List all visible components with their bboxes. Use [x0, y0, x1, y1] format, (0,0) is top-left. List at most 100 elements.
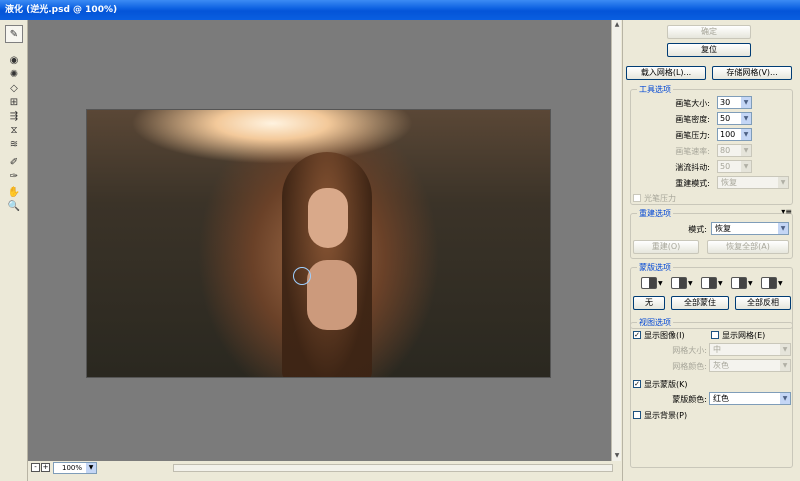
- bloat-tool-icon[interactable]: ⊞: [5, 96, 23, 109]
- brush-density-label: 画笔密度:: [675, 115, 710, 124]
- reconstruct-button[interactable]: 重建(O): [633, 240, 699, 254]
- show-mesh-checkbox[interactable]: [711, 331, 719, 339]
- push-left-tool-icon[interactable]: ⇶: [5, 110, 23, 123]
- mode-label: 模式:: [688, 225, 707, 234]
- brush-pressure-input[interactable]: 100 ▼: [717, 128, 752, 141]
- chevron-down-icon[interactable]: ▼: [780, 360, 790, 371]
- brush-density-input[interactable]: 50 ▼: [717, 112, 752, 125]
- turbulence-tool-icon[interactable]: ≋: [5, 138, 23, 151]
- options-panel: 确定 复位 载入网格(L)... 存储网格(V)... 工具选项 画笔大小: 3…: [622, 20, 800, 481]
- show-image-checkbox[interactable]: ✓: [633, 331, 641, 339]
- pucker-tool-icon[interactable]: ◇: [5, 82, 23, 95]
- mask-mode-row: ▼ ▼ ▼ ▼ ▼: [631, 277, 794, 291]
- invert-all-button[interactable]: 全部反相: [735, 296, 791, 310]
- mesh-color-select[interactable]: 灰色 ▼: [709, 359, 791, 372]
- panel-menu-icon[interactable]: ▾≡: [781, 207, 792, 216]
- zoom-out-button[interactable]: -: [31, 463, 40, 472]
- save-mesh-button[interactable]: 存储网格(V)...: [712, 66, 792, 80]
- brush-density-value: 50: [720, 114, 731, 123]
- turbulent-jitter-input[interactable]: 50 ▼: [717, 160, 752, 173]
- zoom-value: 100%: [62, 464, 83, 472]
- window-title-bar: 液化 (逆光.psd @ 100%): [0, 0, 800, 20]
- mask-color-select[interactable]: 红色 ▼: [709, 392, 791, 405]
- load-mesh-button[interactable]: 载入网格(L)...: [626, 66, 706, 80]
- freeze-mask-tool-icon[interactable]: ✐: [5, 156, 23, 169]
- view-options-group: 视图选项 ✓ 显示图像(I) 显示网格(E) 网格大小: 中 ▼ 网格颜色: 灰色…: [630, 317, 793, 468]
- hand-tool-icon[interactable]: ✋: [5, 186, 23, 199]
- scroll-up-icon[interactable]: ▲: [612, 20, 622, 30]
- reconstruct-mode-select[interactable]: 恢复 ▼: [717, 176, 789, 189]
- mode-value: 恢复: [715, 224, 731, 233]
- vertical-scrollbar[interactable]: ▲ ▼: [611, 20, 621, 461]
- ok-button[interactable]: 确定: [667, 25, 751, 39]
- brush-size-input[interactable]: 30 ▼: [717, 96, 752, 109]
- reconstruct-mode-label: 重建模式:: [675, 179, 710, 188]
- mode-select[interactable]: 恢复 ▼: [711, 222, 789, 235]
- zoom-in-button[interactable]: +: [41, 463, 50, 472]
- horizontal-scrollbar[interactable]: [173, 464, 613, 472]
- brush-size-value: 30: [720, 98, 731, 107]
- status-bar: - + 100% ▼: [28, 461, 621, 481]
- subtract-from-selection-icon[interactable]: ▼: [701, 277, 725, 289]
- chevron-down-icon[interactable]: ▼: [741, 129, 751, 140]
- mesh-size-value: 中: [713, 345, 721, 354]
- show-backdrop-checkbox[interactable]: [633, 411, 641, 419]
- chevron-down-icon[interactable]: ▼: [741, 113, 751, 124]
- chevron-down-icon[interactable]: ▼: [741, 97, 751, 108]
- turbulent-jitter-value: 50: [720, 162, 731, 171]
- thaw-mask-tool-icon[interactable]: ✑: [5, 170, 23, 183]
- replace-selection-icon[interactable]: ▼: [641, 277, 665, 289]
- mask-color-value: 红色: [713, 394, 729, 403]
- scroll-down-icon[interactable]: ▼: [612, 451, 622, 461]
- show-image-label: 显示图像(I): [644, 331, 685, 340]
- stylus-pressure-label: 光笔压力: [644, 194, 676, 203]
- chevron-down-icon[interactable]: ▼: [780, 344, 790, 355]
- brush-pressure-label: 画笔压力:: [675, 131, 710, 140]
- turbulent-jitter-label: 湍流抖动:: [675, 163, 710, 172]
- invert-selection-icon[interactable]: ▼: [761, 277, 785, 289]
- mesh-color-label: 网格颜色:: [672, 362, 707, 371]
- zoom-select[interactable]: 100% ▼: [53, 462, 97, 474]
- window-title: 液化 (逆光.psd @ 100%): [5, 5, 118, 15]
- mesh-color-value: 灰色: [713, 361, 729, 370]
- preview-image[interactable]: [86, 109, 551, 378]
- mirror-tool-icon[interactable]: ⧖: [5, 124, 23, 137]
- mesh-size-select[interactable]: 中 ▼: [709, 343, 791, 356]
- mask-options-title: 蒙版选项: [637, 262, 673, 273]
- none-button[interactable]: 无: [633, 296, 665, 310]
- reconstruct-options-title: 重建选项: [637, 208, 673, 219]
- reconstruct-mode-value: 恢复: [721, 178, 737, 187]
- chevron-down-icon[interactable]: ▼: [778, 177, 788, 188]
- chevron-down-icon[interactable]: ▼: [741, 145, 751, 156]
- preview-canvas[interactable]: [28, 20, 611, 461]
- mesh-size-label: 网格大小:: [672, 346, 707, 355]
- brush-rate-label: 画笔速率:: [675, 147, 710, 156]
- chevron-down-icon[interactable]: ▼: [780, 393, 790, 404]
- twirl-tool-icon[interactable]: ✺: [5, 68, 23, 81]
- reconstruct-tool-icon[interactable]: ◉: [5, 54, 23, 67]
- zoom-tool-icon[interactable]: 🔍: [5, 200, 23, 213]
- intersect-selection-icon[interactable]: ▼: [731, 277, 755, 289]
- tool-options-title: 工具选项: [637, 84, 673, 95]
- chevron-down-icon[interactable]: ▼: [778, 223, 788, 234]
- chevron-down-icon: ▼: [86, 463, 96, 473]
- reset-button[interactable]: 复位: [667, 43, 751, 57]
- brush-cursor: [293, 267, 311, 285]
- reconstruct-options-group: 重建选项 ▾≡ 模式: 恢复 ▼ 重建(O) 恢复全部(A): [630, 207, 793, 259]
- chevron-down-icon[interactable]: ▼: [741, 161, 751, 172]
- forward-warp-tool-icon[interactable]: ✎: [5, 25, 23, 43]
- brush-rate-input[interactable]: 80 ▼: [717, 144, 752, 157]
- image-subject-face: [308, 188, 348, 248]
- restore-all-button[interactable]: 恢复全部(A): [707, 240, 789, 254]
- brush-size-label: 画笔大小:: [675, 99, 710, 108]
- brush-rate-value: 80: [720, 146, 731, 155]
- mask-all-button[interactable]: 全部蒙住: [671, 296, 729, 310]
- show-mask-checkbox[interactable]: ✓: [633, 380, 641, 388]
- mask-color-label: 蒙版颜色:: [672, 395, 707, 404]
- add-to-selection-icon[interactable]: ▼: [671, 277, 695, 289]
- stylus-pressure-checkbox[interactable]: [633, 194, 641, 202]
- brush-pressure-value: 100: [720, 130, 736, 139]
- image-subject-hands: [307, 260, 357, 330]
- show-mask-label: 显示蒙版(K): [644, 380, 688, 389]
- tools-palette: ✎ ◉ ✺ ◇ ⊞ ⇶ ⧖ ≋ ✐ ✑ ✋ 🔍: [0, 20, 28, 481]
